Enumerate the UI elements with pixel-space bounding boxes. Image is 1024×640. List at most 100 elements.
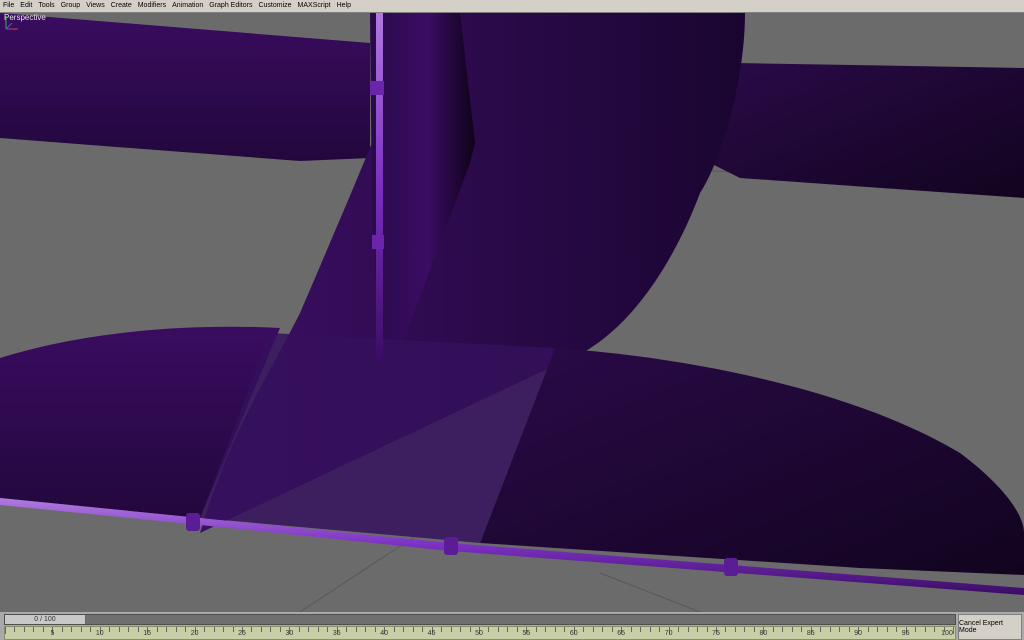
track-label: 55 bbox=[522, 630, 531, 637]
track-tick bbox=[204, 627, 206, 632]
track-tick bbox=[137, 627, 139, 632]
track-label: 70 bbox=[664, 630, 673, 637]
track-tick bbox=[934, 627, 936, 632]
menu-edit[interactable]: Edit bbox=[17, 0, 35, 12]
rudder-rod bbox=[376, 13, 383, 363]
track-tick bbox=[706, 627, 708, 632]
track-tick bbox=[488, 627, 490, 632]
elevator-hinge-left bbox=[186, 513, 200, 531]
track-tick bbox=[166, 627, 168, 632]
track-tick bbox=[886, 627, 888, 632]
menu-create[interactable]: Create bbox=[108, 0, 135, 12]
track-label: 80 bbox=[759, 630, 768, 637]
track-label: 100 bbox=[941, 630, 953, 637]
track-tick bbox=[535, 627, 537, 632]
track-tick bbox=[441, 627, 443, 632]
track-tick bbox=[118, 627, 120, 632]
track-tick bbox=[317, 627, 319, 632]
time-controls: 0 / 100 5 10 15 20 25 30 35 40 45 50 55 60 65 70 75 80 8… bbox=[0, 612, 1024, 640]
track-label: 25 bbox=[238, 630, 246, 637]
track-tick bbox=[772, 627, 774, 632]
menu-help[interactable]: Help bbox=[334, 0, 354, 12]
track-tick bbox=[185, 627, 187, 632]
menu-maxscript[interactable]: MAXScript bbox=[295, 0, 334, 12]
track-tick bbox=[42, 627, 44, 632]
max-app: File Edit Tools Group Views Create Modif… bbox=[0, 0, 1024, 640]
track-label: 90 bbox=[854, 630, 863, 637]
track-tick bbox=[497, 627, 499, 632]
track-tick bbox=[782, 627, 784, 632]
track-tick bbox=[156, 627, 158, 632]
cancel-expert-mode-button[interactable]: Cancel Expert Mode bbox=[958, 614, 1022, 640]
menu-tools[interactable]: Tools bbox=[35, 0, 57, 12]
track-tick bbox=[422, 627, 424, 632]
track-tick bbox=[109, 627, 111, 632]
track-tick bbox=[128, 627, 130, 632]
track-tick bbox=[915, 627, 917, 632]
track-tick bbox=[175, 627, 177, 632]
stabilizer-right bbox=[480, 348, 1024, 575]
track-tick bbox=[223, 627, 225, 632]
track-label: 85 bbox=[806, 630, 815, 637]
track-tick bbox=[260, 627, 262, 632]
track-tick bbox=[602, 627, 604, 632]
track-tick bbox=[61, 627, 63, 632]
track-tick bbox=[298, 627, 300, 632]
track-tick bbox=[725, 627, 727, 632]
track-tick bbox=[90, 627, 92, 632]
menu-group[interactable]: Group bbox=[58, 0, 83, 12]
track-tick bbox=[80, 627, 82, 632]
track-label: 20 bbox=[190, 630, 199, 637]
track-label: 75 bbox=[712, 630, 720, 637]
track-label: 5 bbox=[50, 630, 55, 637]
track-tick bbox=[877, 627, 879, 632]
viewport-scene bbox=[0, 13, 1024, 612]
track-tick bbox=[896, 627, 898, 632]
track-bar[interactable]: 5 10 15 20 25 30 35 40 45 50 55 60 65 70 75 80 85 90 95 100 bbox=[4, 626, 956, 640]
track-tick bbox=[14, 627, 16, 632]
track-tick bbox=[5, 627, 6, 634]
menu-customize[interactable]: Customize bbox=[255, 0, 294, 12]
track-tick bbox=[753, 627, 755, 632]
track-tick bbox=[659, 627, 661, 632]
track-label: 65 bbox=[617, 630, 626, 637]
menu-animation[interactable]: Animation bbox=[169, 0, 206, 12]
track-tick bbox=[393, 627, 395, 632]
menu-modifiers[interactable]: Modifiers bbox=[135, 0, 169, 12]
menu-file[interactable]: File bbox=[0, 0, 17, 12]
track-tick bbox=[678, 627, 680, 632]
track-tick bbox=[346, 627, 348, 632]
menu-graph-editors[interactable]: Graph Editors bbox=[206, 0, 255, 12]
track-label: 15 bbox=[143, 630, 152, 637]
track-tick bbox=[213, 627, 215, 632]
track-tick bbox=[270, 627, 272, 632]
axis-gizmo-icon bbox=[5, 16, 18, 30]
menu-views[interactable]: Views bbox=[83, 0, 108, 12]
time-slider-thumb[interactable]: 0 / 100 bbox=[5, 615, 86, 624]
track-tick bbox=[327, 627, 329, 632]
track-tick bbox=[507, 627, 509, 632]
track-tick bbox=[232, 627, 234, 632]
track-tick bbox=[516, 627, 518, 632]
track-tick bbox=[355, 627, 357, 632]
elevator-hinge-right bbox=[724, 558, 738, 576]
track-tick bbox=[640, 627, 642, 632]
rudder-hinge-top bbox=[370, 81, 384, 95]
track-tick bbox=[412, 627, 414, 632]
track-tick bbox=[33, 627, 35, 632]
track-tick bbox=[630, 627, 632, 632]
track-tick bbox=[564, 627, 566, 632]
track-label: 35 bbox=[332, 630, 341, 637]
track-tick bbox=[450, 627, 452, 632]
track-tick bbox=[545, 627, 547, 632]
track-tick bbox=[611, 627, 613, 632]
upper-wing-left bbox=[0, 13, 370, 161]
perspective-viewport[interactable]: Perspective bbox=[0, 13, 1024, 612]
track-tick bbox=[583, 627, 585, 632]
track-tick bbox=[687, 627, 689, 632]
track-label: 45 bbox=[427, 630, 436, 637]
track-label: 95 bbox=[901, 630, 910, 637]
track-tick bbox=[251, 627, 253, 632]
time-slider[interactable]: 0 / 100 bbox=[4, 614, 956, 625]
elevator-hinge-mid bbox=[444, 537, 458, 555]
